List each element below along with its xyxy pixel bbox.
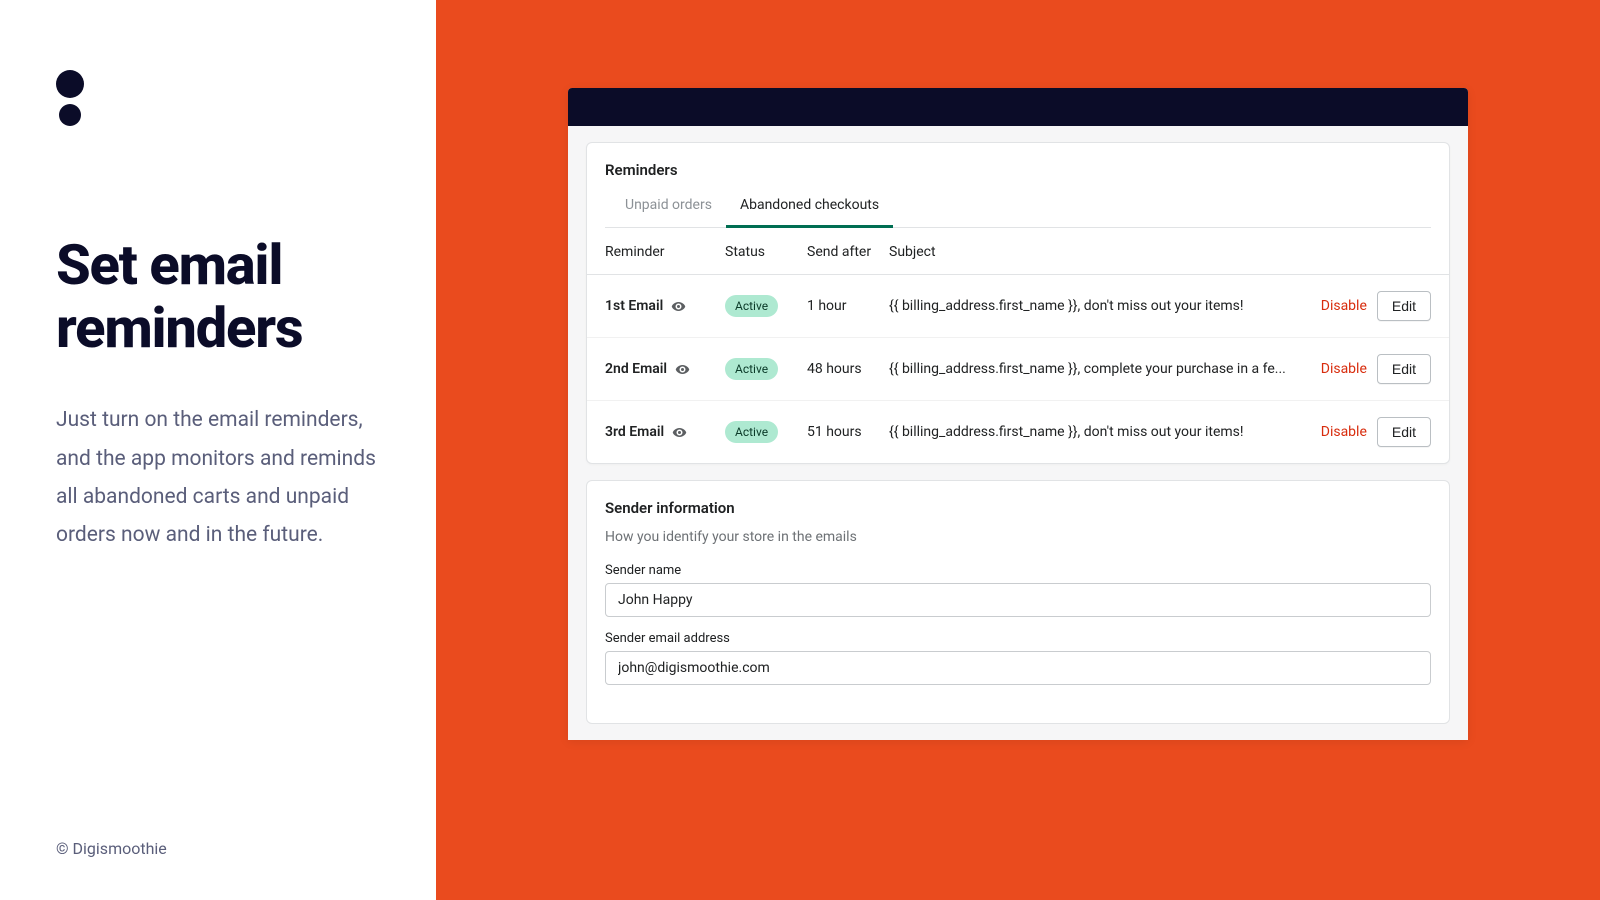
reminder-name-cell: 2nd Email (605, 361, 725, 377)
edit-button[interactable]: Edit (1377, 354, 1431, 384)
eye-icon[interactable] (672, 425, 687, 440)
tab-unpaid-orders[interactable]: Unpaid orders (611, 185, 726, 227)
status-cell: Active (725, 295, 807, 317)
logo-dot-large (56, 70, 84, 98)
table-row: 3rd Email Active 51 hours {{ billing_add… (587, 401, 1449, 463)
table-row: 1st Email Active 1 hour {{ billing_addre… (587, 275, 1449, 338)
tab-abandoned-checkouts[interactable]: Abandoned checkouts (726, 185, 893, 227)
tabs: Unpaid orders Abandoned checkouts (605, 185, 1431, 228)
reminders-title: Reminders (605, 161, 1431, 179)
table-header: Reminder Status Send after Subject (587, 228, 1449, 275)
subject-cell: {{ billing_address.first_name }}, don't … (889, 298, 1303, 314)
reminders-card-header: Reminders Unpaid orders Abandoned checko… (587, 143, 1449, 228)
send-after-cell: 1 hour (807, 298, 889, 314)
right-panel: Reminders Unpaid orders Abandoned checko… (436, 0, 1600, 900)
app-window: Reminders Unpaid orders Abandoned checko… (568, 88, 1468, 740)
table-row: 2nd Email Active 48 hours {{ billing_add… (587, 338, 1449, 401)
reminder-name: 3rd Email (605, 424, 664, 440)
send-after-cell: 51 hours (807, 424, 889, 440)
left-promo-panel: Set email reminders Just turn on the ema… (0, 0, 436, 900)
th-send-after: Send after (807, 244, 889, 260)
th-status: Status (725, 244, 807, 260)
logo-dot-small (59, 104, 81, 126)
sender-card: Sender information How you identify your… (586, 480, 1450, 724)
edit-button[interactable]: Edit (1377, 291, 1431, 321)
status-badge: Active (725, 358, 778, 380)
reminder-name-cell: 3rd Email (605, 424, 725, 440)
reminder-name: 1st Email (605, 298, 663, 314)
sender-subtitle: How you identify your store in the email… (605, 529, 1431, 545)
reminder-name: 2nd Email (605, 361, 667, 377)
th-reminder: Reminder (605, 244, 725, 260)
hero-description: Just turn on the email reminders, and th… (56, 401, 380, 554)
status-badge: Active (725, 295, 778, 317)
th-subject: Subject (889, 244, 1431, 260)
eye-icon[interactable] (675, 362, 690, 377)
status-badge: Active (725, 421, 778, 443)
sender-email-label: Sender email address (605, 631, 1431, 646)
footer-copyright: © Digismoothie (56, 839, 167, 858)
sender-name-input[interactable] (605, 583, 1431, 617)
eye-icon[interactable] (671, 299, 686, 314)
send-after-cell: 48 hours (807, 361, 889, 377)
status-cell: Active (725, 358, 807, 380)
reminders-card: Reminders Unpaid orders Abandoned checko… (586, 142, 1450, 464)
app-topbar (568, 88, 1468, 126)
sender-name-label: Sender name (605, 563, 1431, 578)
disable-button[interactable]: Disable (1321, 298, 1367, 314)
sender-email-input[interactable] (605, 651, 1431, 685)
disable-button[interactable]: Disable (1321, 424, 1367, 440)
hero-title: Set email reminders (56, 234, 380, 359)
edit-button[interactable]: Edit (1377, 417, 1431, 447)
disable-button[interactable]: Disable (1321, 361, 1367, 377)
sender-title: Sender information (605, 499, 1431, 517)
subject-cell: {{ billing_address.first_name }}, don't … (889, 424, 1303, 440)
logo (56, 70, 380, 126)
reminder-name-cell: 1st Email (605, 298, 725, 314)
status-cell: Active (725, 421, 807, 443)
subject-cell: {{ billing_address.first_name }}, comple… (889, 361, 1303, 377)
